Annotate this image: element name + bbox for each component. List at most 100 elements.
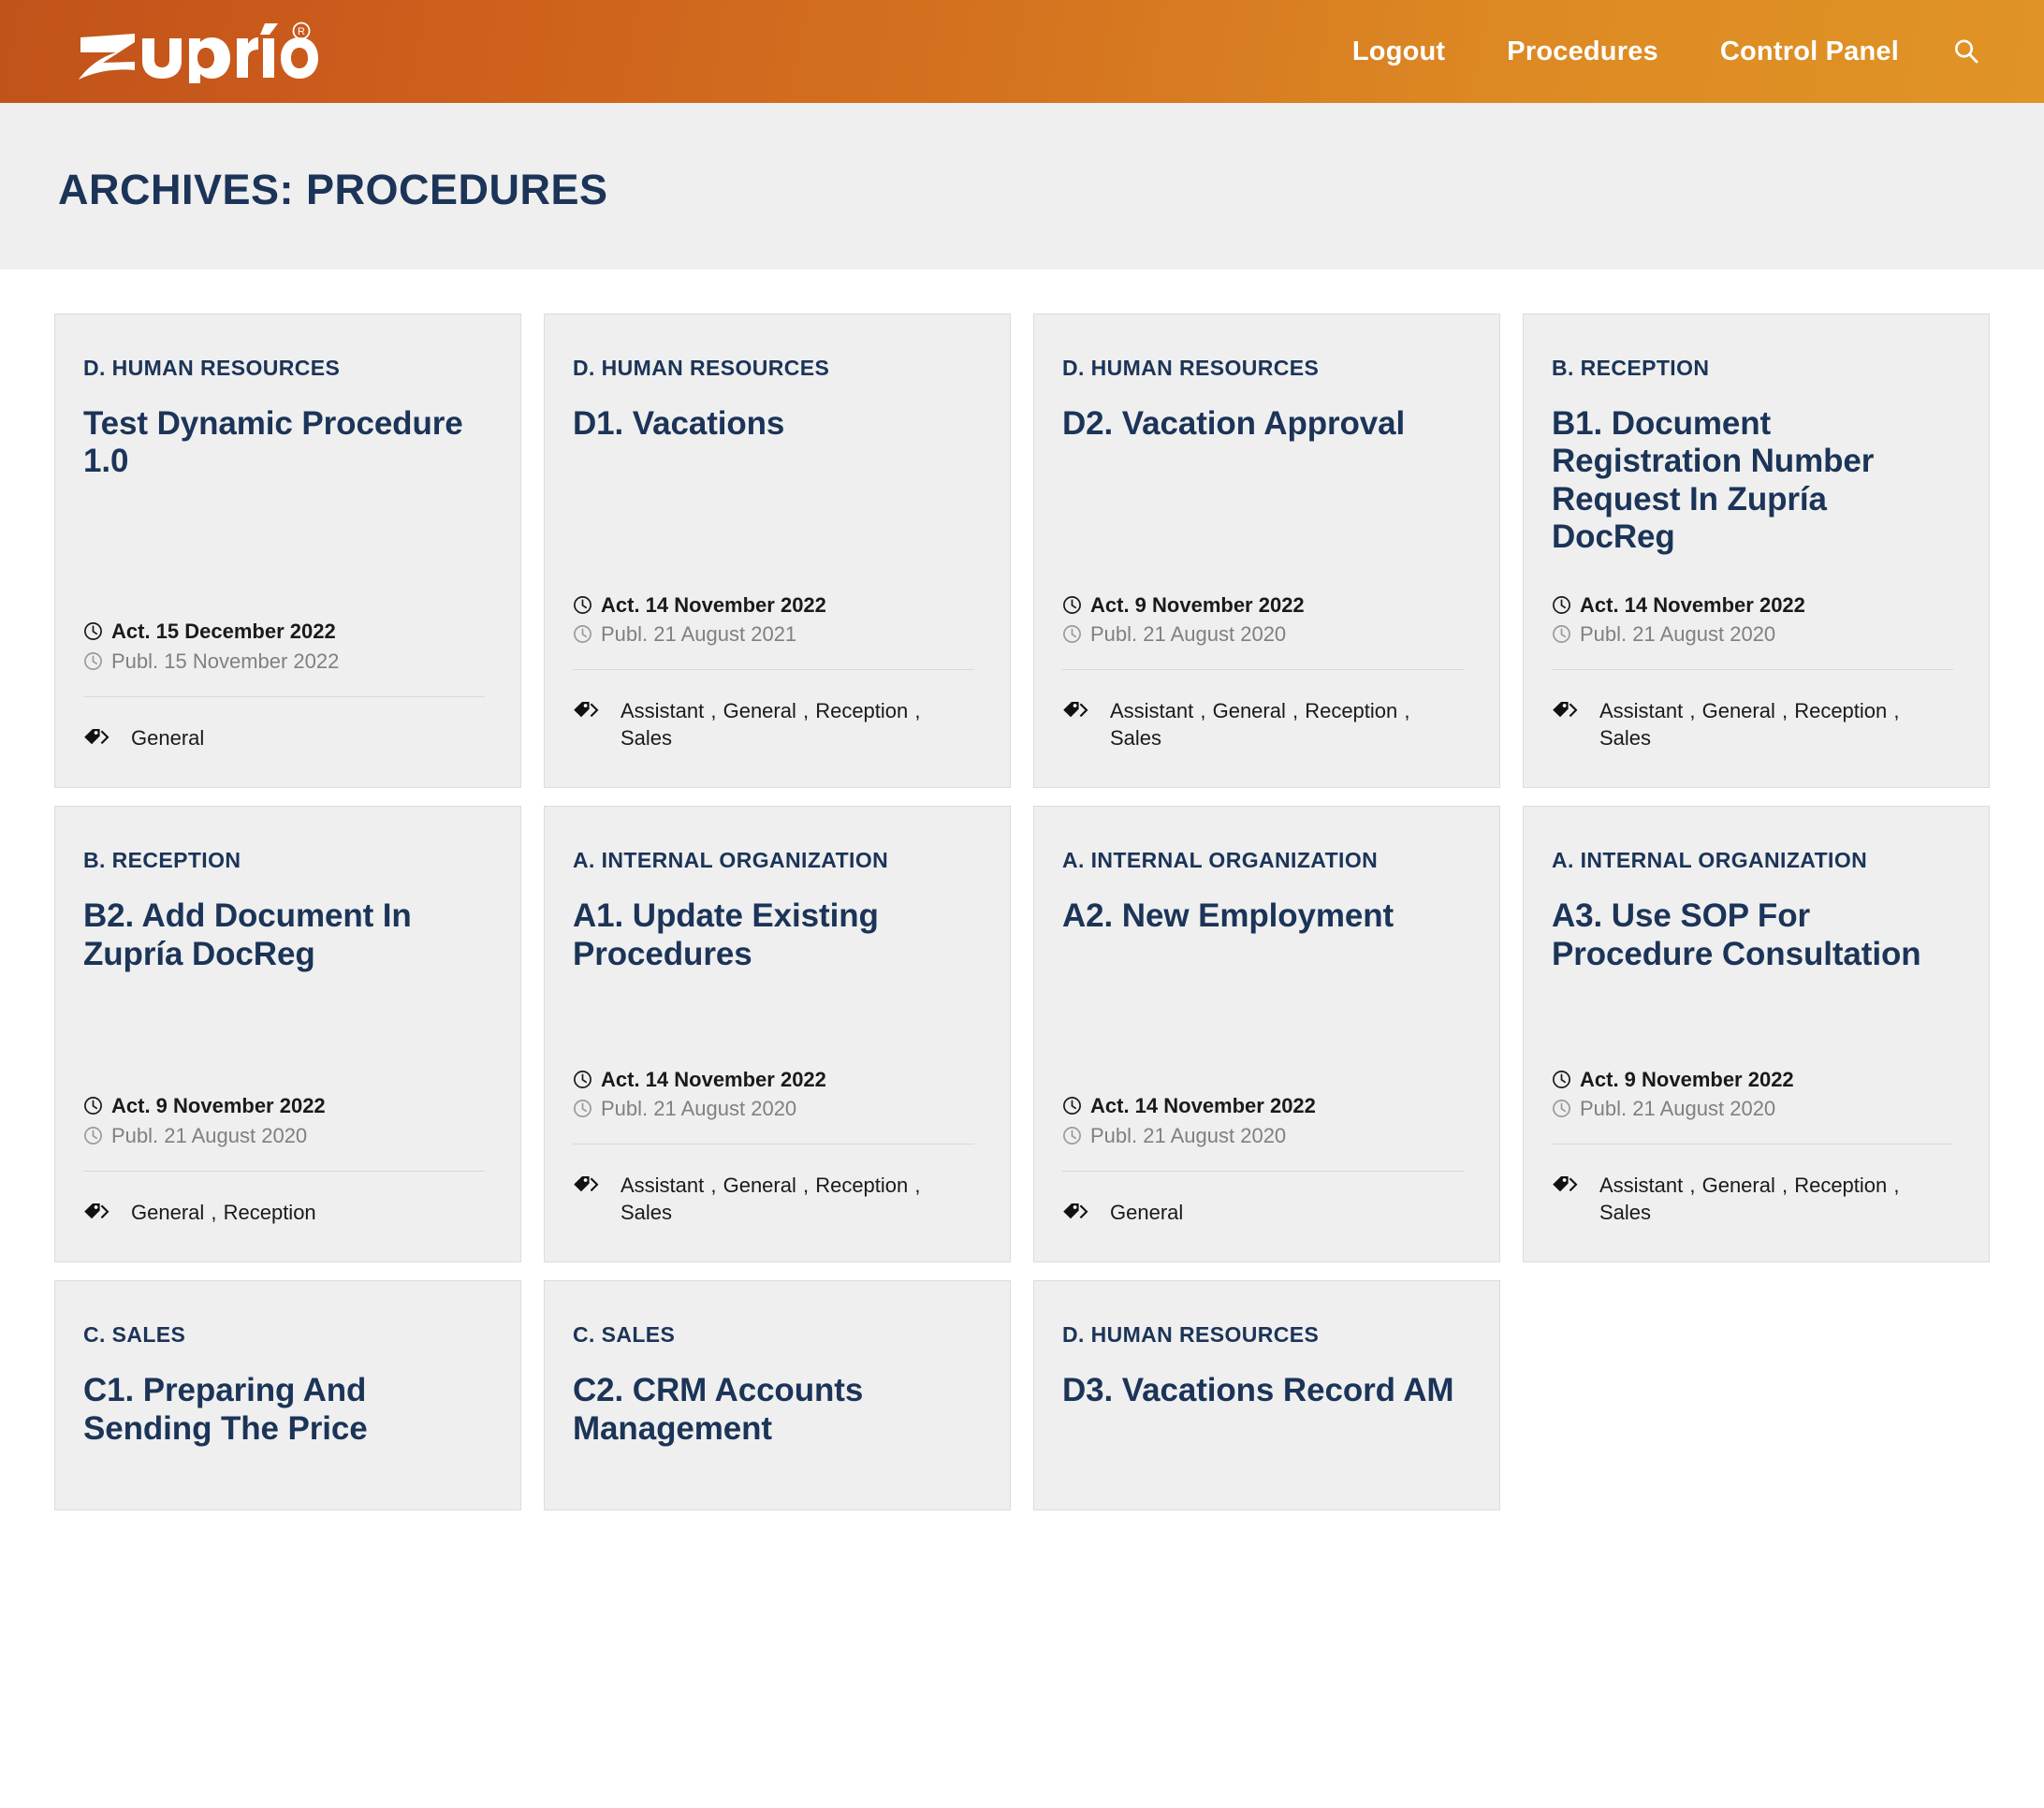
clock-icon	[573, 595, 592, 615]
card-tag-list[interactable]: Assistant , General , Reception , Sales	[1599, 698, 1957, 751]
procedure-card[interactable]: D. HUMAN RESOURCES D2. Vacation Approval…	[1033, 313, 1500, 789]
card-category: C. SALES	[83, 1322, 186, 1348]
card-dates: Act. 14 November 2022 Publ. 21 August 20…	[573, 1065, 978, 1123]
card-divider	[573, 669, 974, 671]
clock-icon	[1552, 1070, 1571, 1089]
card-title: C2. CRM Accounts Management	[573, 1372, 864, 1447]
card-category: A. INTERNAL ORGANIZATION	[1552, 848, 1868, 873]
card-spacer	[573, 452, 978, 590]
procedure-card[interactable]: C. SALES C1. Preparing And Sending The P…	[54, 1280, 521, 1511]
card-spacer	[1552, 566, 1957, 591]
tag-icon	[83, 1203, 110, 1223]
card-published-date: Publ. 21 August 2020	[1552, 1094, 1957, 1123]
clock-icon	[83, 1126, 103, 1145]
tag-icon	[1062, 701, 1088, 722]
card-title: C1. Preparing And Sending The Price	[83, 1372, 368, 1447]
procedure-card[interactable]: A. INTERNAL ORGANIZATION A1. Update Exis…	[544, 806, 1011, 1263]
tag-icon	[83, 728, 110, 749]
main-navigation: Logout Procedures Control Panel	[1321, 37, 1990, 66]
card-updated-date: Act. 14 November 2022	[1062, 1091, 1467, 1120]
card-published-label: Publ. 21 August 2021	[601, 621, 797, 646]
card-published-label: Publ. 21 August 2020	[111, 1123, 308, 1147]
card-category: D. HUMAN RESOURCES	[83, 356, 341, 380]
card-updated-date: Act. 9 November 2022	[1552, 1065, 1957, 1094]
card-category: D. HUMAN RESOURCES	[1062, 356, 1320, 380]
card-tags: General , Reception	[83, 1200, 489, 1227]
card-published-date: Publ. 21 August 2020	[1062, 1121, 1467, 1150]
card-category: D. HUMAN RESOURCES	[573, 356, 830, 380]
card-title: A2. New Employment	[1062, 897, 1394, 935]
card-tags: General	[83, 725, 489, 752]
card-title: D1. Vacations	[573, 405, 785, 442]
card-tags: Assistant , General , Reception , Sales	[573, 698, 978, 751]
card-published-date: Publ. 21 August 2020	[1552, 620, 1957, 649]
zupria-logo[interactable]: R	[75, 22, 318, 83]
card-tag-list[interactable]: Assistant , General , Reception , Sales	[620, 698, 978, 751]
card-spacer	[573, 983, 978, 1065]
page-title: ARCHIVES: PROCEDURES	[58, 165, 608, 213]
clock-icon	[1552, 595, 1571, 615]
card-divider	[83, 1170, 485, 1172]
procedure-card[interactable]: C. SALES C2. CRM Accounts Management	[544, 1280, 1011, 1511]
card-published-date: Publ. 21 August 2020	[573, 1094, 978, 1123]
procedure-card[interactable]: D. HUMAN RESOURCES Test Dynamic Procedur…	[54, 313, 521, 789]
svg-text:R: R	[298, 26, 305, 37]
card-tag-list[interactable]: Assistant , General , Reception , Sales	[1599, 1173, 1957, 1226]
card-published-label: Publ. 21 August 2020	[1580, 1096, 1776, 1120]
procedures-grid-wrapper: D. HUMAN RESOURCES Test Dynamic Procedur…	[0, 270, 2044, 1511]
card-updated-date: Act. 14 November 2022	[1552, 591, 1957, 620]
card-title: D3. Vacations Record AM	[1062, 1372, 1454, 1409]
card-category: A. INTERNAL ORGANIZATION	[1062, 848, 1379, 873]
card-tags: Assistant , General , Reception , Sales	[1062, 698, 1467, 751]
card-tag-list[interactable]: Assistant , General , Reception , Sales	[1110, 698, 1467, 751]
card-divider	[1062, 1170, 1464, 1172]
page-title-band: ARCHIVES: PROCEDURES	[0, 103, 2044, 270]
card-dates: Act. 14 November 2022 Publ. 21 August 20…	[573, 591, 978, 649]
card-title: B2. Add Document In Zupría DocReg	[83, 897, 412, 972]
card-tag-list[interactable]: General	[1110, 1200, 1183, 1227]
clock-icon	[1552, 1099, 1571, 1118]
card-spacer	[1062, 945, 1467, 1092]
card-divider	[1062, 669, 1464, 671]
card-tag-list[interactable]: General	[131, 725, 204, 752]
nav-procedures[interactable]: Procedures	[1476, 37, 1689, 66]
procedure-card[interactable]: A. INTERNAL ORGANIZATION A3. Use SOP For…	[1523, 806, 1990, 1263]
card-category: D. HUMAN RESOURCES	[1062, 1322, 1320, 1348]
card-published-date: Publ. 21 August 2021	[573, 620, 978, 649]
card-updated-label: Act. 9 November 2022	[111, 1094, 326, 1118]
search-icon[interactable]	[1930, 37, 1990, 66]
nav-logout[interactable]: Logout	[1321, 37, 1476, 66]
card-tag-list[interactable]: Assistant , General , Reception , Sales	[620, 1173, 978, 1226]
clock-icon	[1062, 1126, 1082, 1145]
clock-icon	[1062, 1096, 1082, 1115]
card-updated-date: Act. 15 December 2022	[83, 617, 489, 646]
card-published-date: Publ. 21 August 2020	[1062, 620, 1467, 649]
card-tags: Assistant , General , Reception , Sales	[573, 1173, 978, 1226]
card-title: B1. Document Registration Number Request…	[1552, 405, 1875, 556]
procedure-card[interactable]: D. HUMAN RESOURCES D1. Vacations Act. 14…	[544, 313, 1011, 789]
clock-icon	[1552, 624, 1571, 644]
card-updated-date: Act. 14 November 2022	[573, 591, 978, 620]
card-published-label: Publ. 21 August 2020	[601, 1096, 797, 1120]
card-updated-label: Act. 14 November 2022	[1090, 1094, 1316, 1118]
card-category: C. SALES	[573, 1322, 676, 1348]
procedure-card[interactable]: B. RECEPTION B2. Add Document In Zupría …	[54, 806, 521, 1263]
card-published-label: Publ. 15 November 2022	[111, 649, 340, 673]
nav-control-panel[interactable]: Control Panel	[1689, 37, 1930, 66]
card-published-label: Publ. 21 August 2020	[1090, 1123, 1287, 1147]
procedure-card[interactable]: D. HUMAN RESOURCES D3. Vacations Record …	[1033, 1280, 1500, 1511]
card-published-label: Publ. 21 August 2020	[1580, 621, 1776, 646]
card-dates: Act. 14 November 2022 Publ. 21 August 20…	[1552, 591, 1957, 649]
card-dates: Act. 15 December 2022 Publ. 15 November …	[83, 617, 489, 675]
clock-icon	[573, 624, 592, 644]
card-updated-date: Act. 9 November 2022	[1062, 591, 1467, 620]
card-tags: Assistant , General , Reception , Sales	[1552, 1173, 1957, 1226]
card-dates: Act. 9 November 2022 Publ. 21 August 202…	[1062, 591, 1467, 649]
card-spacer	[83, 983, 489, 1091]
procedure-card[interactable]: B. RECEPTION B1. Document Registration N…	[1523, 313, 1990, 789]
procedure-card[interactable]: A. INTERNAL ORGANIZATION A2. New Employm…	[1033, 806, 1500, 1263]
card-title: Test Dynamic Procedure 1.0	[83, 405, 463, 480]
card-title: A3. Use SOP For Procedure Consultation	[1552, 897, 1921, 972]
card-title: D2. Vacation Approval	[1062, 405, 1406, 442]
card-tag-list[interactable]: General , Reception	[131, 1200, 316, 1227]
